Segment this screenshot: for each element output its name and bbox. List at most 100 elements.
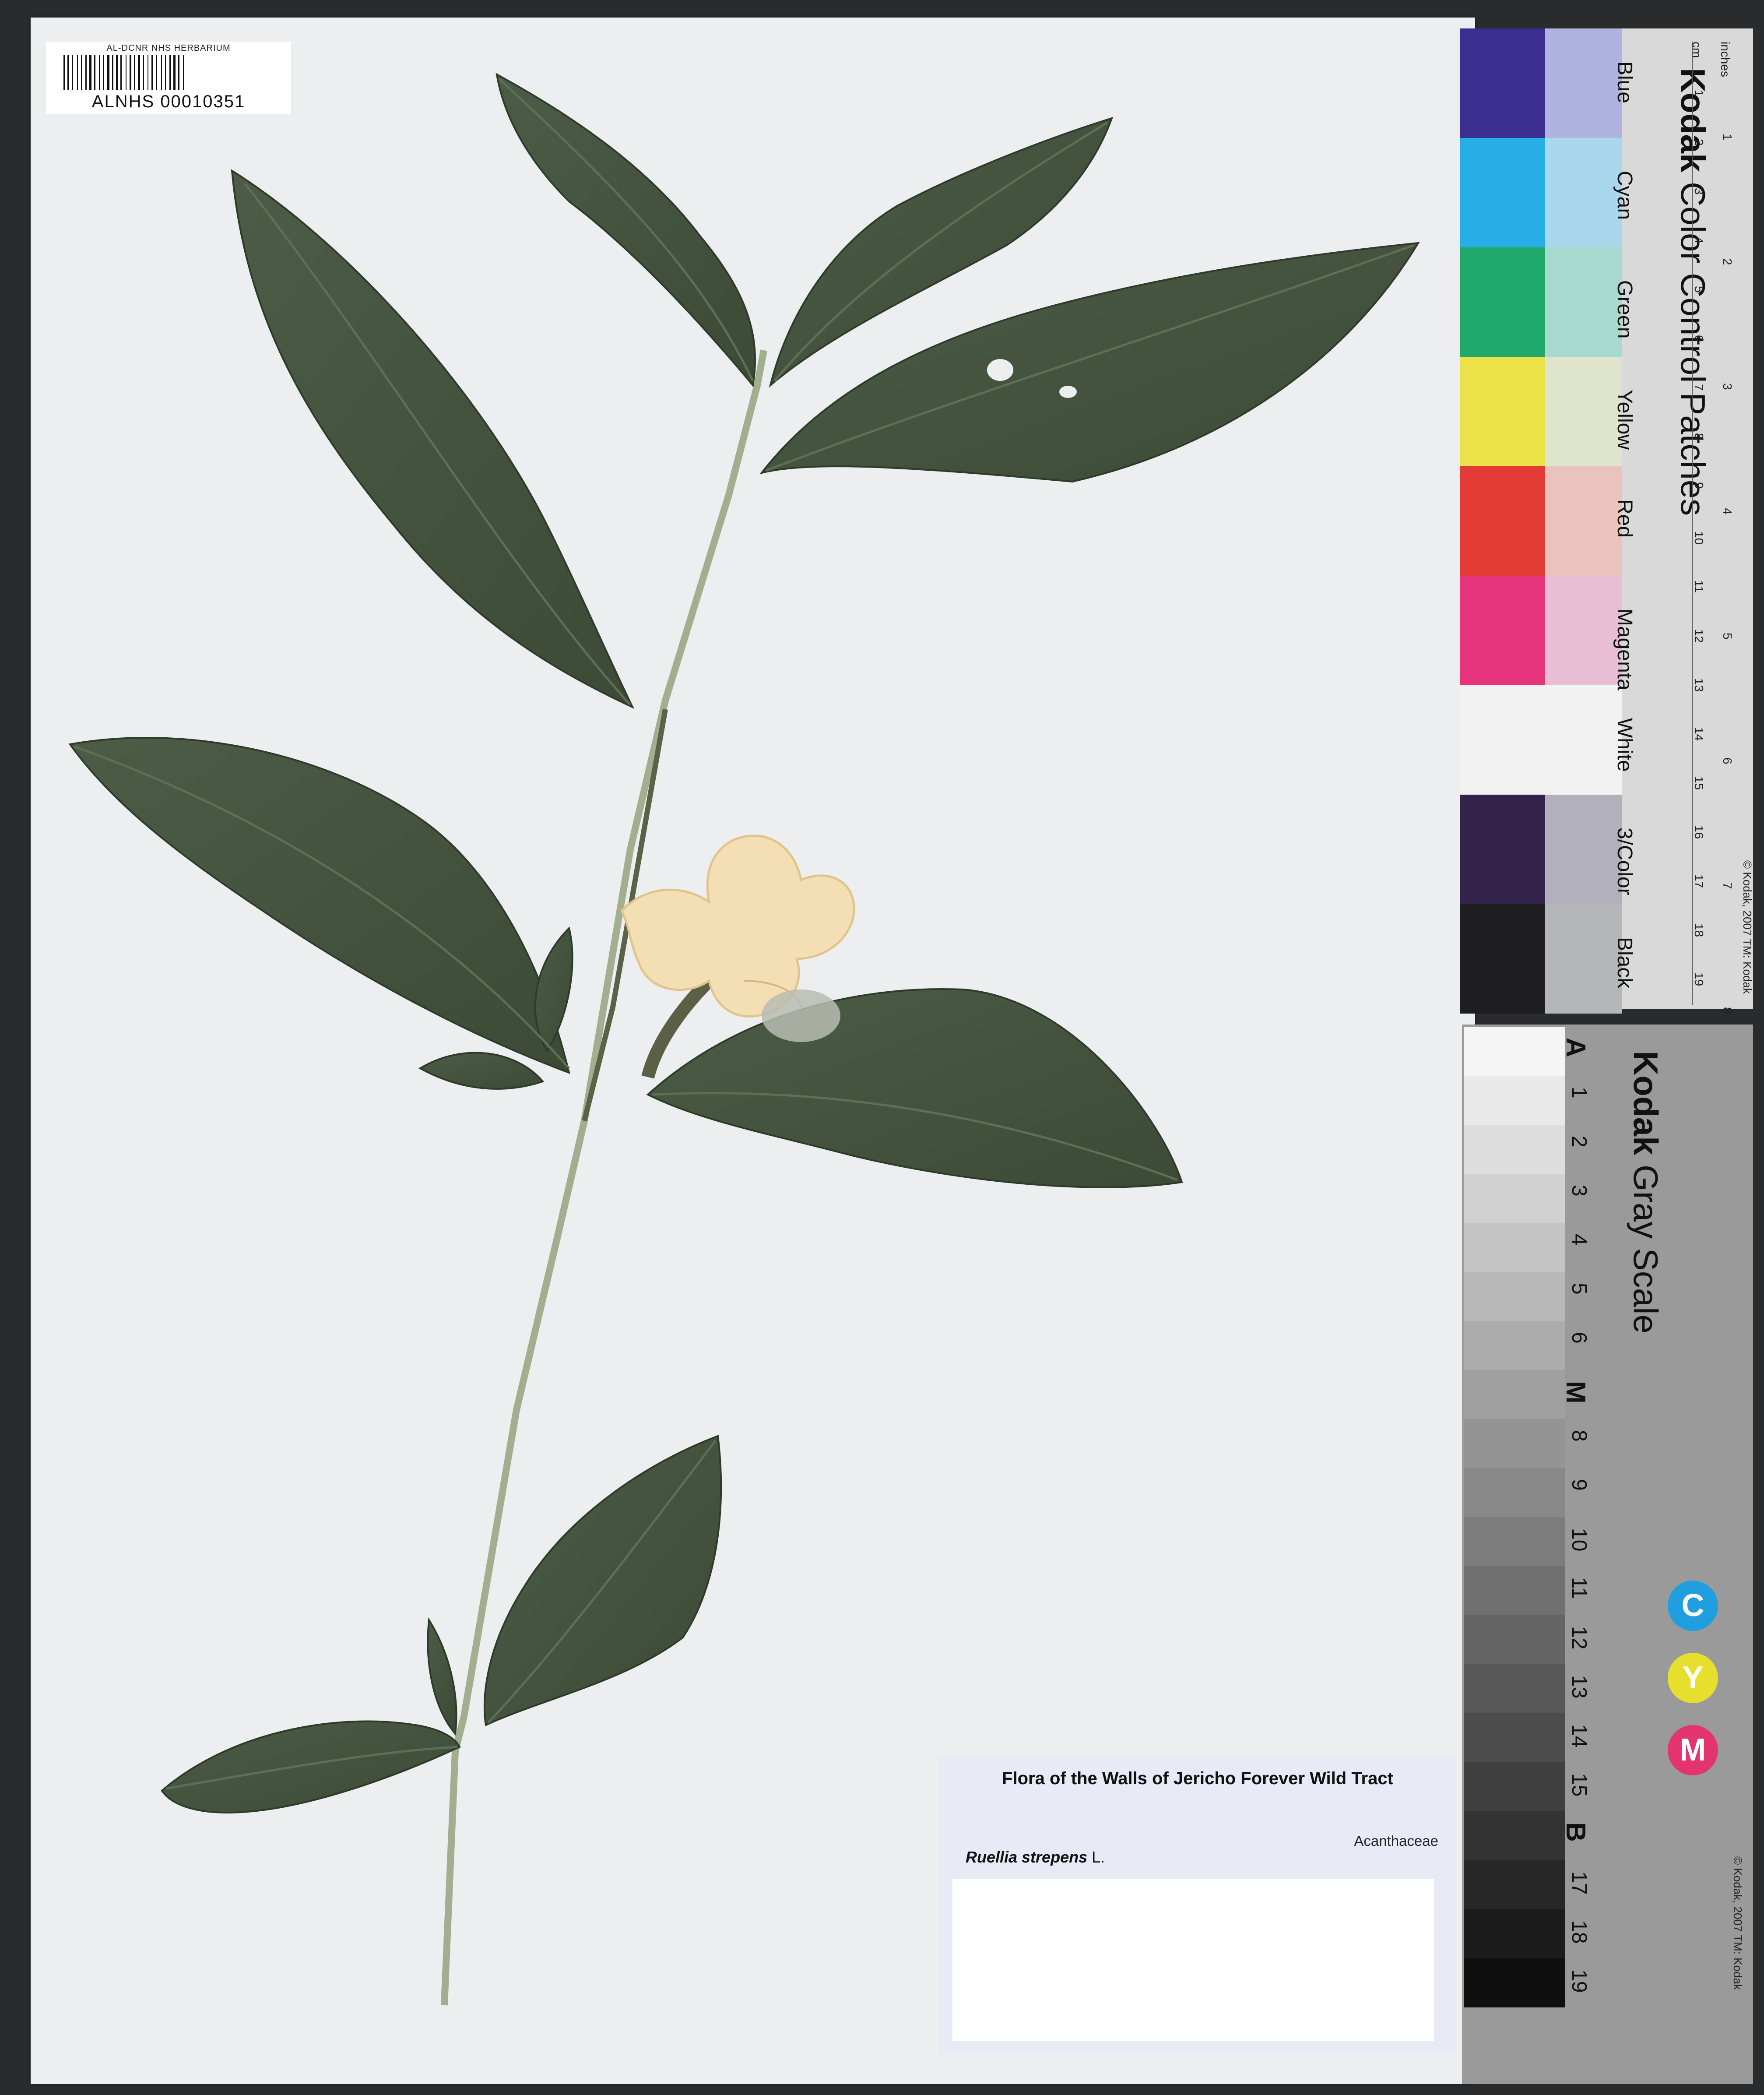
patch-3-color-light — [1545, 795, 1622, 904]
leaf-small-axil — [418, 1052, 545, 1090]
ruler-cm-label: 14 — [1692, 727, 1706, 741]
patch-magenta-light — [1545, 576, 1622, 685]
gray-card-heading: Gray Scale — [1627, 1165, 1665, 1334]
ruler-cm-label: 5 — [1692, 286, 1706, 293]
gray-step-label: 1 — [1567, 1087, 1591, 1099]
species-name: Ruellia strepens — [966, 1848, 1088, 1866]
label-title: Flora of the Walls of Jericho Forever Wi… — [1002, 1769, 1393, 1788]
gray-step — [1464, 1272, 1565, 1321]
ruler-cm-label: 7 — [1692, 384, 1706, 391]
gray-step-label: 8 — [1567, 1430, 1591, 1442]
ruler-cm-label: 12 — [1692, 629, 1706, 643]
leaf-small-bract — [534, 926, 573, 1053]
cym-target-y: Y — [1668, 1653, 1718, 1703]
gray-step-label: 9 — [1567, 1479, 1591, 1491]
gray-step-label: B — [1560, 1822, 1591, 1842]
patch-3-color-dark — [1460, 795, 1545, 904]
patch-label: Cyan — [1613, 171, 1636, 220]
gray-step-label: M — [1560, 1381, 1591, 1404]
patch-label: Black — [1613, 937, 1636, 989]
ruler-cm-label: 10 — [1692, 531, 1706, 545]
ruler-inch-label: 8 — [1721, 1007, 1734, 1014]
patch-white-dark — [1460, 685, 1545, 795]
patch-blue-light — [1545, 28, 1622, 138]
gray-step — [1464, 1076, 1565, 1125]
ruler-cm-label: 19 — [1692, 972, 1706, 986]
gray-scale-card: Kodak Gray Scale © Kodak, 2007 TM: Kodak… — [1462, 1025, 1753, 2084]
patch-label: Magenta — [1613, 609, 1636, 690]
patch-cyan-dark — [1460, 138, 1545, 247]
ruler-inch-label: 5 — [1721, 633, 1734, 640]
patch-label: 3/Color — [1613, 827, 1636, 895]
gray-step — [1464, 1027, 1565, 1076]
gray-step-label: 17 — [1567, 1871, 1591, 1895]
gray-step-label: 19 — [1567, 1969, 1591, 1993]
ruler-unit-in: inches — [1718, 42, 1732, 77]
patch-label: Red — [1613, 499, 1636, 538]
ruler-inch-label: 7 — [1721, 882, 1734, 889]
patch-black-light — [1545, 904, 1622, 1014]
ruler-cm-label: 3 — [1692, 188, 1706, 195]
patch-label: White — [1613, 718, 1636, 772]
gray-step-label: 13 — [1567, 1675, 1591, 1699]
ruler-cm-label: 4 — [1692, 237, 1706, 244]
gray-step-label: 2 — [1567, 1136, 1591, 1148]
gray-step — [1464, 1909, 1565, 1958]
gray-step — [1464, 1125, 1565, 1174]
ruler-inch-label: 1 — [1721, 134, 1734, 141]
label-species: Ruellia strepens L. — [966, 1848, 1105, 1866]
cym-target-c: C — [1668, 1581, 1718, 1631]
patch-red-dark — [1460, 466, 1545, 576]
patch-yellow-light — [1545, 357, 1622, 466]
patch-label: Blue — [1613, 61, 1636, 104]
leaf-upper-left — [231, 169, 635, 709]
gray-step-label: 11 — [1567, 1577, 1591, 1599]
ruler-cm-label: 1 — [1692, 90, 1706, 97]
gray-step-label: 5 — [1567, 1283, 1591, 1295]
patch-green-dark — [1460, 247, 1545, 357]
ruler-cm-label: 6 — [1692, 335, 1706, 342]
gray-step — [1464, 1321, 1565, 1370]
patch-cyan-light — [1545, 138, 1622, 247]
gray-step — [1464, 1762, 1565, 1811]
gray-step — [1464, 1811, 1565, 1860]
patch-blue-dark — [1460, 28, 1545, 138]
gray-step-label: 14 — [1567, 1724, 1591, 1748]
gray-step — [1464, 1517, 1565, 1566]
gray-step — [1464, 1860, 1565, 1909]
gray-step — [1464, 1958, 1565, 2007]
patch-white-light — [1545, 685, 1622, 795]
gray-step — [1464, 1419, 1565, 1468]
patch-black-dark — [1460, 904, 1545, 1014]
gray-step — [1464, 1664, 1565, 1713]
gray-step — [1464, 1615, 1565, 1664]
ruler-cm-label: 8 — [1692, 433, 1706, 440]
gray-step — [1464, 1566, 1565, 1615]
ruler-unit-cm: cm — [1690, 42, 1704, 58]
leaf-lower-left — [161, 1720, 461, 1814]
color-card-copyright: © Kodak, 2007 TM: Kodak — [1741, 860, 1754, 994]
ruler-cm-label: 13 — [1692, 678, 1706, 692]
patch-yellow-dark — [1460, 357, 1545, 466]
label-family: Acanthaceae — [1354, 1833, 1438, 1849]
species-authority: L. — [1092, 1848, 1105, 1866]
gray-step-label: 12 — [1567, 1626, 1591, 1650]
label-notes-area — [952, 1879, 1434, 2041]
ruler-inch-label: 6 — [1721, 757, 1734, 764]
ruler-inch-label: 3 — [1721, 383, 1734, 390]
ruler-cm-label: 18 — [1692, 923, 1706, 937]
ruler-inch-label: 4 — [1721, 508, 1734, 515]
cym-target-m: M — [1668, 1725, 1718, 1775]
specimen-image: AL-DCNR NHS HERBARIUM ALNHS 00010351 Flo… — [0, 0, 1764, 2095]
ruler: cm inches 1 2 3 4 5 6 7 8 9 10 11 12 13 14 15 16 17 18 19 1 2 3… — [1690, 42, 1741, 1014]
gray-step-label: 15 — [1567, 1773, 1591, 1797]
gray-step-label: A — [1560, 1038, 1591, 1057]
gray-step — [1464, 1174, 1565, 1223]
specimen-label: Flora of the Walls of Jericho Forever Wi… — [939, 1756, 1456, 2054]
ruler-cm-label: 2 — [1692, 139, 1706, 146]
ruler-cm-label: 15 — [1692, 776, 1706, 790]
leaf-lower-bract — [427, 1617, 457, 1736]
gray-step-label: 6 — [1567, 1332, 1591, 1344]
leaf-middle-left — [68, 737, 570, 1074]
gray-step — [1464, 1713, 1565, 1762]
